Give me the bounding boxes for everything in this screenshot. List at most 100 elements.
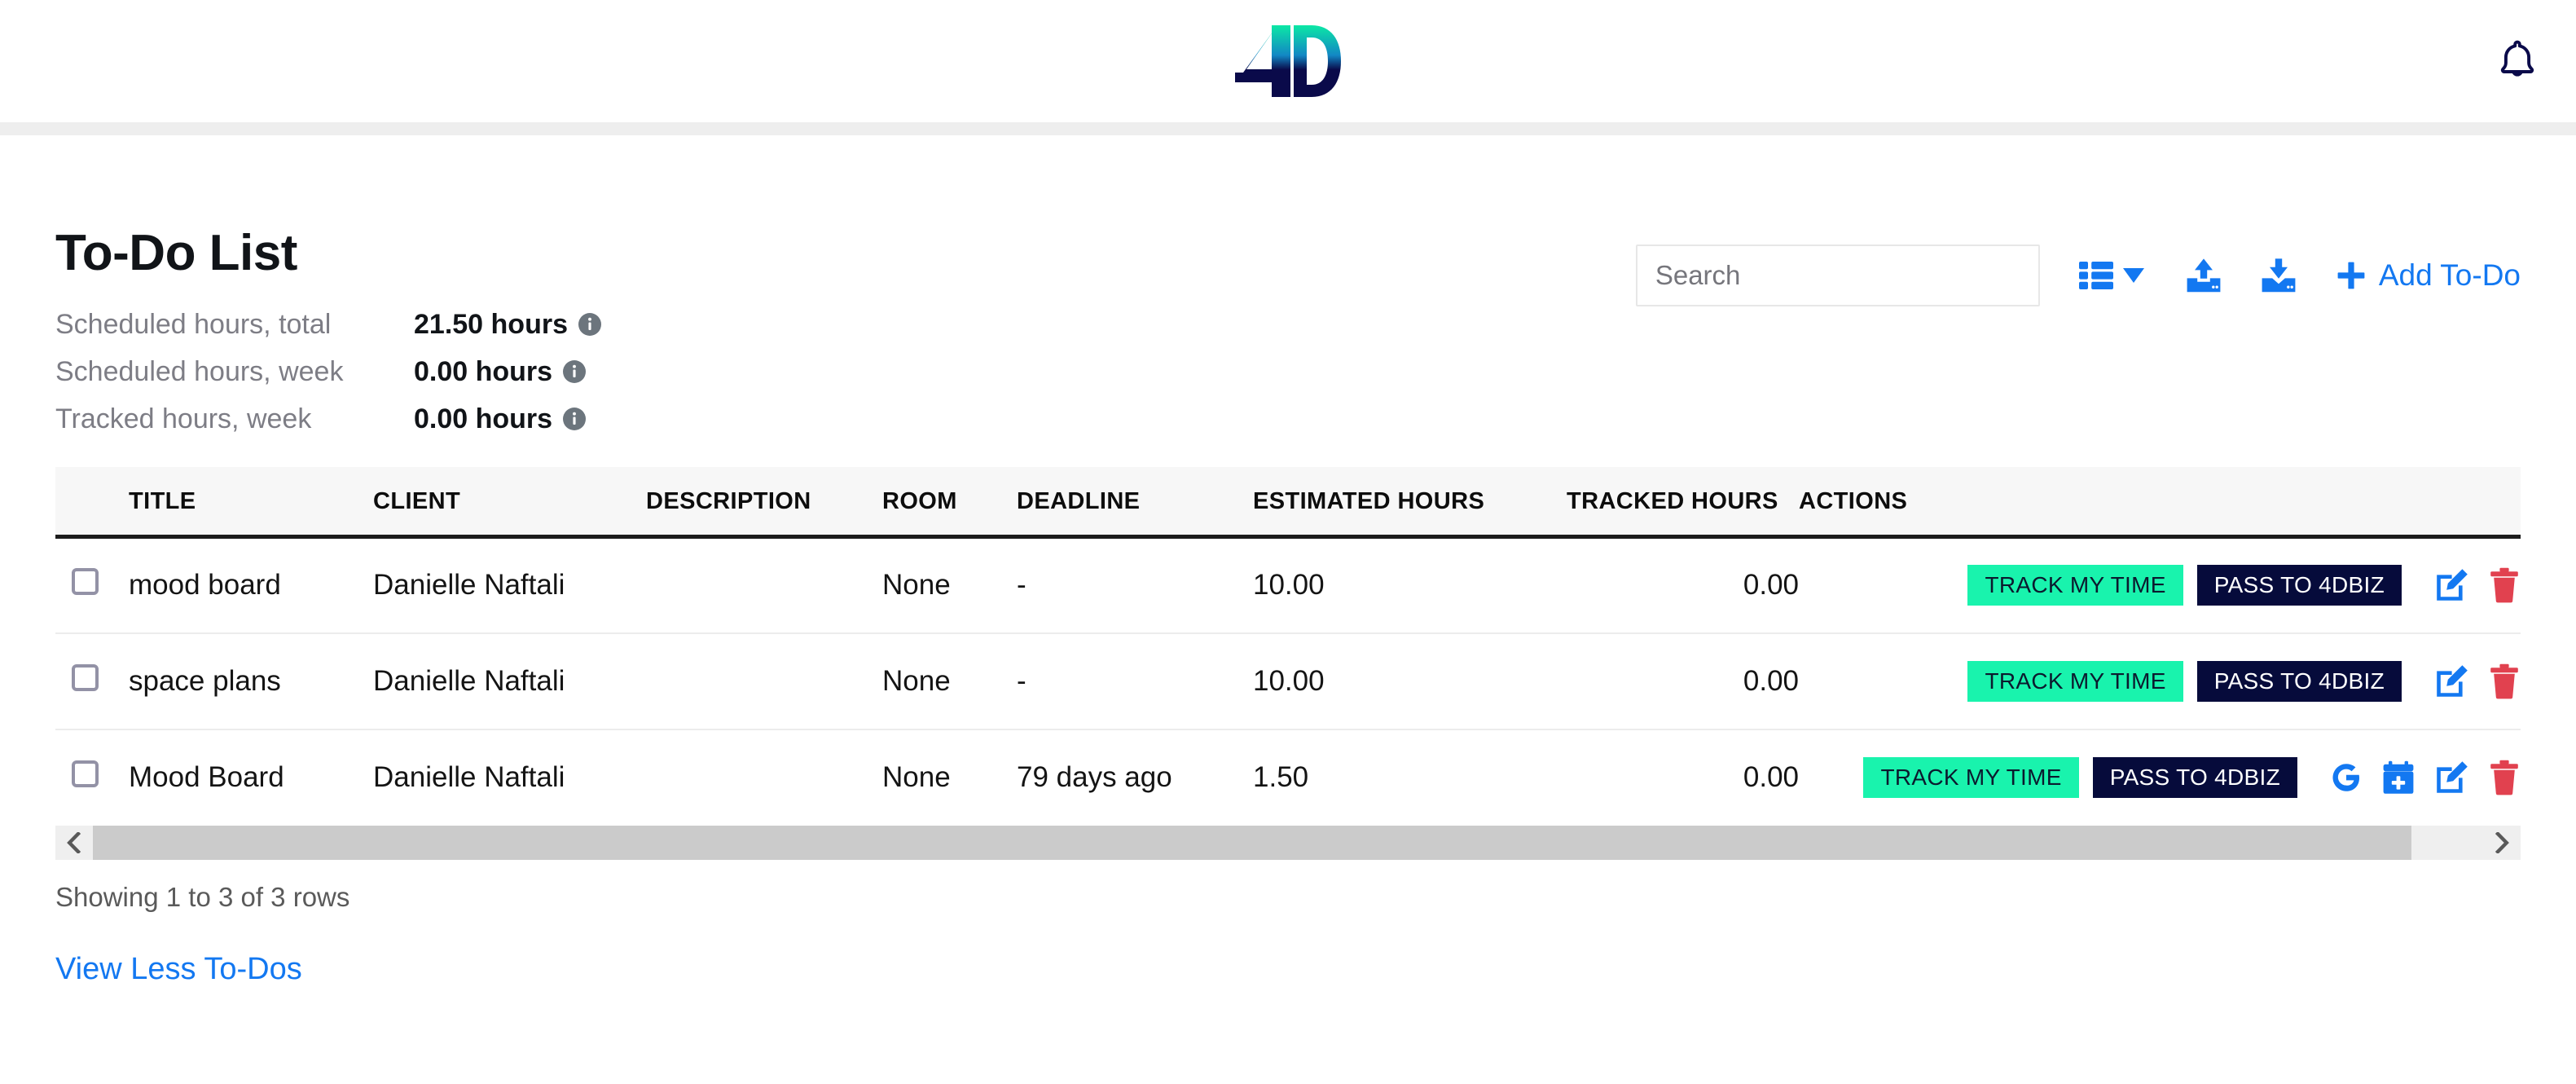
- stats-list: Scheduled hours, total 21.50 hours Sched…: [55, 301, 601, 443]
- cell-room: None: [882, 632, 1017, 730]
- cell-estimated-hours: 10.00: [1253, 632, 1567, 730]
- pass-to-4dbiz-button[interactable]: PASS TO 4DBIZ: [2196, 660, 2402, 702]
- track-my-time-button[interactable]: TRACK MY TIME: [1863, 757, 2079, 799]
- cell-deadline: 79 days ago: [1017, 761, 1172, 794]
- track-my-time-button[interactable]: TRACK MY TIME: [1967, 565, 2183, 606]
- stat-row-scheduled-week: Scheduled hours, week 0.00 hours: [55, 348, 601, 395]
- calendar-plus-icon: [2383, 760, 2414, 794]
- view-less-todos-link[interactable]: View Less To-Dos: [55, 952, 302, 987]
- row-checkbox[interactable]: [72, 663, 99, 691]
- chevron-left-icon: [67, 831, 81, 853]
- th-client[interactable]: CLIENT: [373, 467, 646, 540]
- table-header: TITLE CLIENT DESCRIPTION ROOM DEADLINE E…: [55, 467, 2521, 540]
- google-sync-button[interactable]: [2330, 761, 2363, 794]
- column-toggle-button[interactable]: [2078, 262, 2144, 289]
- chevron-right-icon: [2495, 831, 2509, 853]
- horizontal-scrollbar[interactable]: [55, 825, 2521, 860]
- stat-label: Tracked hours, week: [55, 403, 312, 434]
- plus-icon: [2337, 262, 2365, 289]
- upload-icon: [2187, 258, 2221, 293]
- app-header: [0, 0, 2576, 122]
- info-icon[interactable]: [563, 408, 587, 431]
- cell-client: Danielle Naftali: [373, 761, 565, 794]
- cell-actions: TRACK MY TIME PASS TO 4DBIZ: [1799, 536, 2521, 634]
- page-heading-block: To-Do List Scheduled hours, total 21.50 …: [55, 227, 601, 443]
- row-checkbox[interactable]: [72, 760, 99, 788]
- th-estimated-hours[interactable]: ESTIMATED HOURS: [1253, 467, 1567, 540]
- delete-button[interactable]: [2488, 760, 2521, 795]
- cell-description: [646, 632, 882, 730]
- th-tracked-hours[interactable]: TRACKED HOURS: [1567, 467, 1799, 540]
- stat-label: Scheduled hours, total: [55, 308, 332, 340]
- download-icon: [2262, 258, 2296, 293]
- th-select-all[interactable]: [55, 467, 129, 540]
- delete-button[interactable]: [2488, 663, 2521, 699]
- cell-tracked-hours: 0.00: [1567, 632, 1799, 730]
- scroll-left-button[interactable]: [55, 825, 93, 860]
- table-toolbar: Add To-Do: [1635, 245, 2521, 306]
- edit-button[interactable]: [2434, 760, 2468, 795]
- cell-title: space plans: [129, 632, 373, 730]
- track-my-time-button[interactable]: TRACK MY TIME: [1967, 660, 2183, 702]
- th-description[interactable]: DESCRIPTION: [646, 467, 882, 540]
- add-to-calendar-button[interactable]: [2382, 760, 2415, 795]
- cell-description: [646, 729, 882, 826]
- stat-row-tracked-week: Tracked hours, week 0.00 hours: [55, 395, 601, 443]
- row-select-cell: [55, 729, 129, 826]
- cell-room: None: [882, 536, 1017, 634]
- download-button[interactable]: [2260, 257, 2297, 294]
- cell-tracked-hours: 0.00: [1743, 761, 1799, 794]
- cell-deadline: -: [1017, 536, 1253, 634]
- table-row[interactable]: Mood Board Danielle Naftali None 79 days…: [55, 729, 2521, 826]
- cell-room: None: [882, 761, 951, 794]
- add-todo-button[interactable]: Add To-Do: [2336, 258, 2521, 293]
- info-circle-icon: [563, 408, 587, 431]
- info-icon[interactable]: [563, 360, 587, 384]
- add-todo-label: Add To-Do: [2378, 258, 2521, 292]
- scroll-right-button[interactable]: [2483, 825, 2521, 860]
- pass-to-4dbiz-button[interactable]: PASS TO 4DBIZ: [2092, 757, 2297, 799]
- scrollbar-track[interactable]: [93, 825, 2483, 860]
- cell-actions: TRACK MY TIME PASS TO 4DBIZ: [1799, 729, 2521, 826]
- notifications-button[interactable]: [2496, 37, 2539, 85]
- upload-button[interactable]: [2185, 257, 2222, 294]
- cell-tracked-hours: 0.00: [1567, 536, 1799, 634]
- info-icon[interactable]: [578, 313, 601, 337]
- table-body: mood board Danielle Naftali None - 10.00…: [55, 536, 2521, 826]
- table-row[interactable]: space plans Danielle Naftali None - 10.0…: [55, 632, 2521, 730]
- th-title[interactable]: TITLE: [129, 467, 373, 540]
- th-deadline[interactable]: DEADLINE: [1017, 467, 1253, 540]
- app-logo[interactable]: [1235, 22, 1341, 100]
- trash-icon: [2490, 663, 2518, 698]
- th-actions: ACTIONS: [1799, 467, 2521, 540]
- th-room[interactable]: ROOM: [882, 467, 1017, 540]
- trash-icon: [2490, 760, 2518, 795]
- edit-button[interactable]: [2434, 664, 2468, 698]
- stat-value: 0.00 hours: [414, 403, 553, 434]
- info-circle-icon: [563, 360, 587, 384]
- stat-row-scheduled-total: Scheduled hours, total 21.50 hours: [55, 301, 601, 348]
- table-row[interactable]: mood board Danielle Naftali None - 10.00…: [55, 536, 2521, 634]
- edit-pencil-icon: [2437, 664, 2468, 697]
- pass-to-4dbiz-button[interactable]: PASS TO 4DBIZ: [2196, 565, 2402, 606]
- todo-table-container: TITLE CLIENT DESCRIPTION ROOM DEADLINE E…: [55, 467, 2521, 913]
- stat-label: Scheduled hours, week: [55, 355, 344, 387]
- cell-client: Danielle Naftali: [373, 536, 646, 634]
- edit-pencil-icon: [2437, 761, 2468, 793]
- todo-table: TITLE CLIENT DESCRIPTION ROOM DEADLINE E…: [55, 467, 2521, 826]
- 4d-logo-icon: [1235, 25, 1341, 97]
- bell-icon: [2500, 40, 2534, 77]
- table-header-row: TITLE CLIENT DESCRIPTION ROOM DEADLINE E…: [55, 467, 2521, 540]
- edit-button[interactable]: [2434, 568, 2468, 602]
- columns-grid-icon: [2078, 262, 2113, 289]
- cell-estimated-hours: 1.50: [1253, 761, 1309, 794]
- cell-title: mood board: [129, 536, 373, 634]
- cell-description: [646, 536, 882, 634]
- trash-icon: [2490, 568, 2518, 603]
- row-checkbox[interactable]: [72, 568, 99, 596]
- pagination-summary: Showing 1 to 3 of 3 rows: [55, 881, 350, 912]
- search-input[interactable]: [1635, 245, 2040, 306]
- scrollbar-thumb[interactable]: [93, 825, 2411, 860]
- delete-button[interactable]: [2488, 567, 2521, 603]
- header-divider: [0, 122, 2576, 135]
